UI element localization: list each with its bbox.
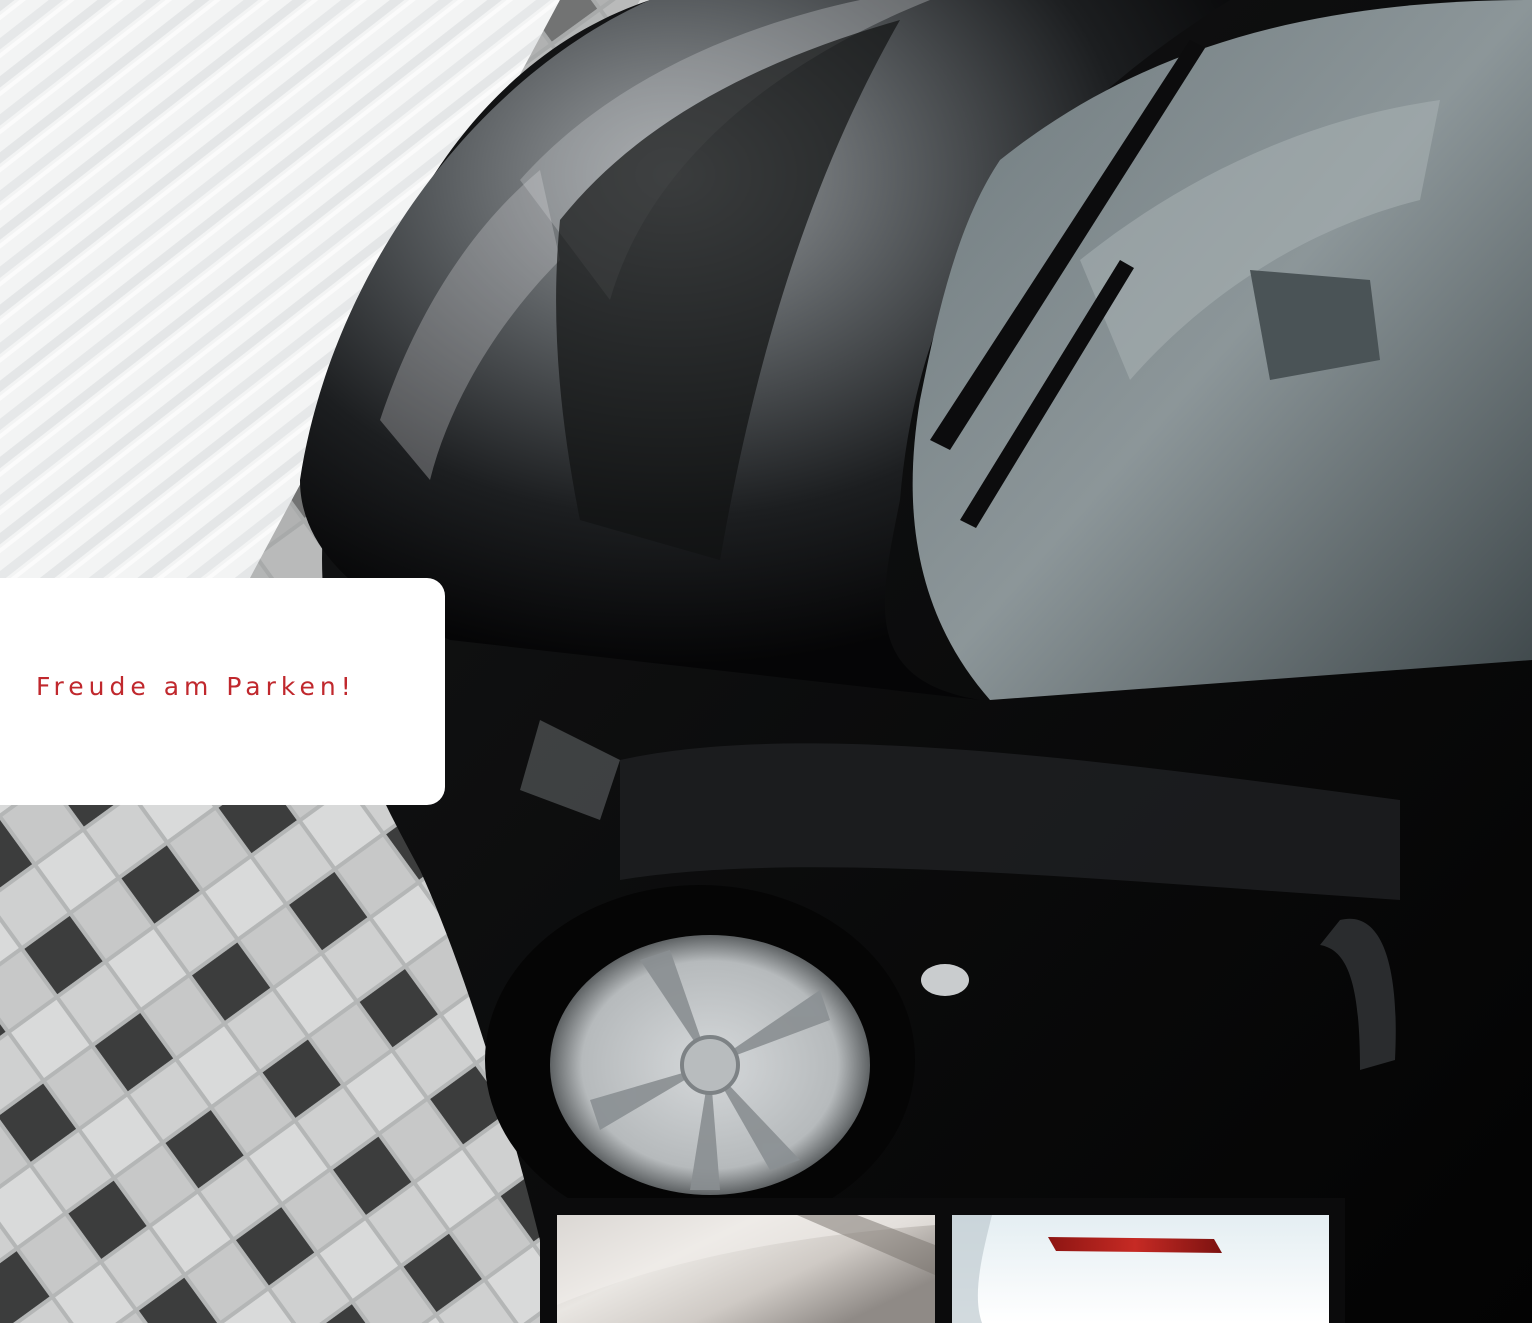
silver-car-detail-photo	[557, 1215, 935, 1323]
page: Freude am Parken!	[0, 0, 1532, 1323]
white-car-rear-reflector-photo	[952, 1215, 1329, 1323]
caption-title: Freude am Parken!	[36, 672, 356, 701]
